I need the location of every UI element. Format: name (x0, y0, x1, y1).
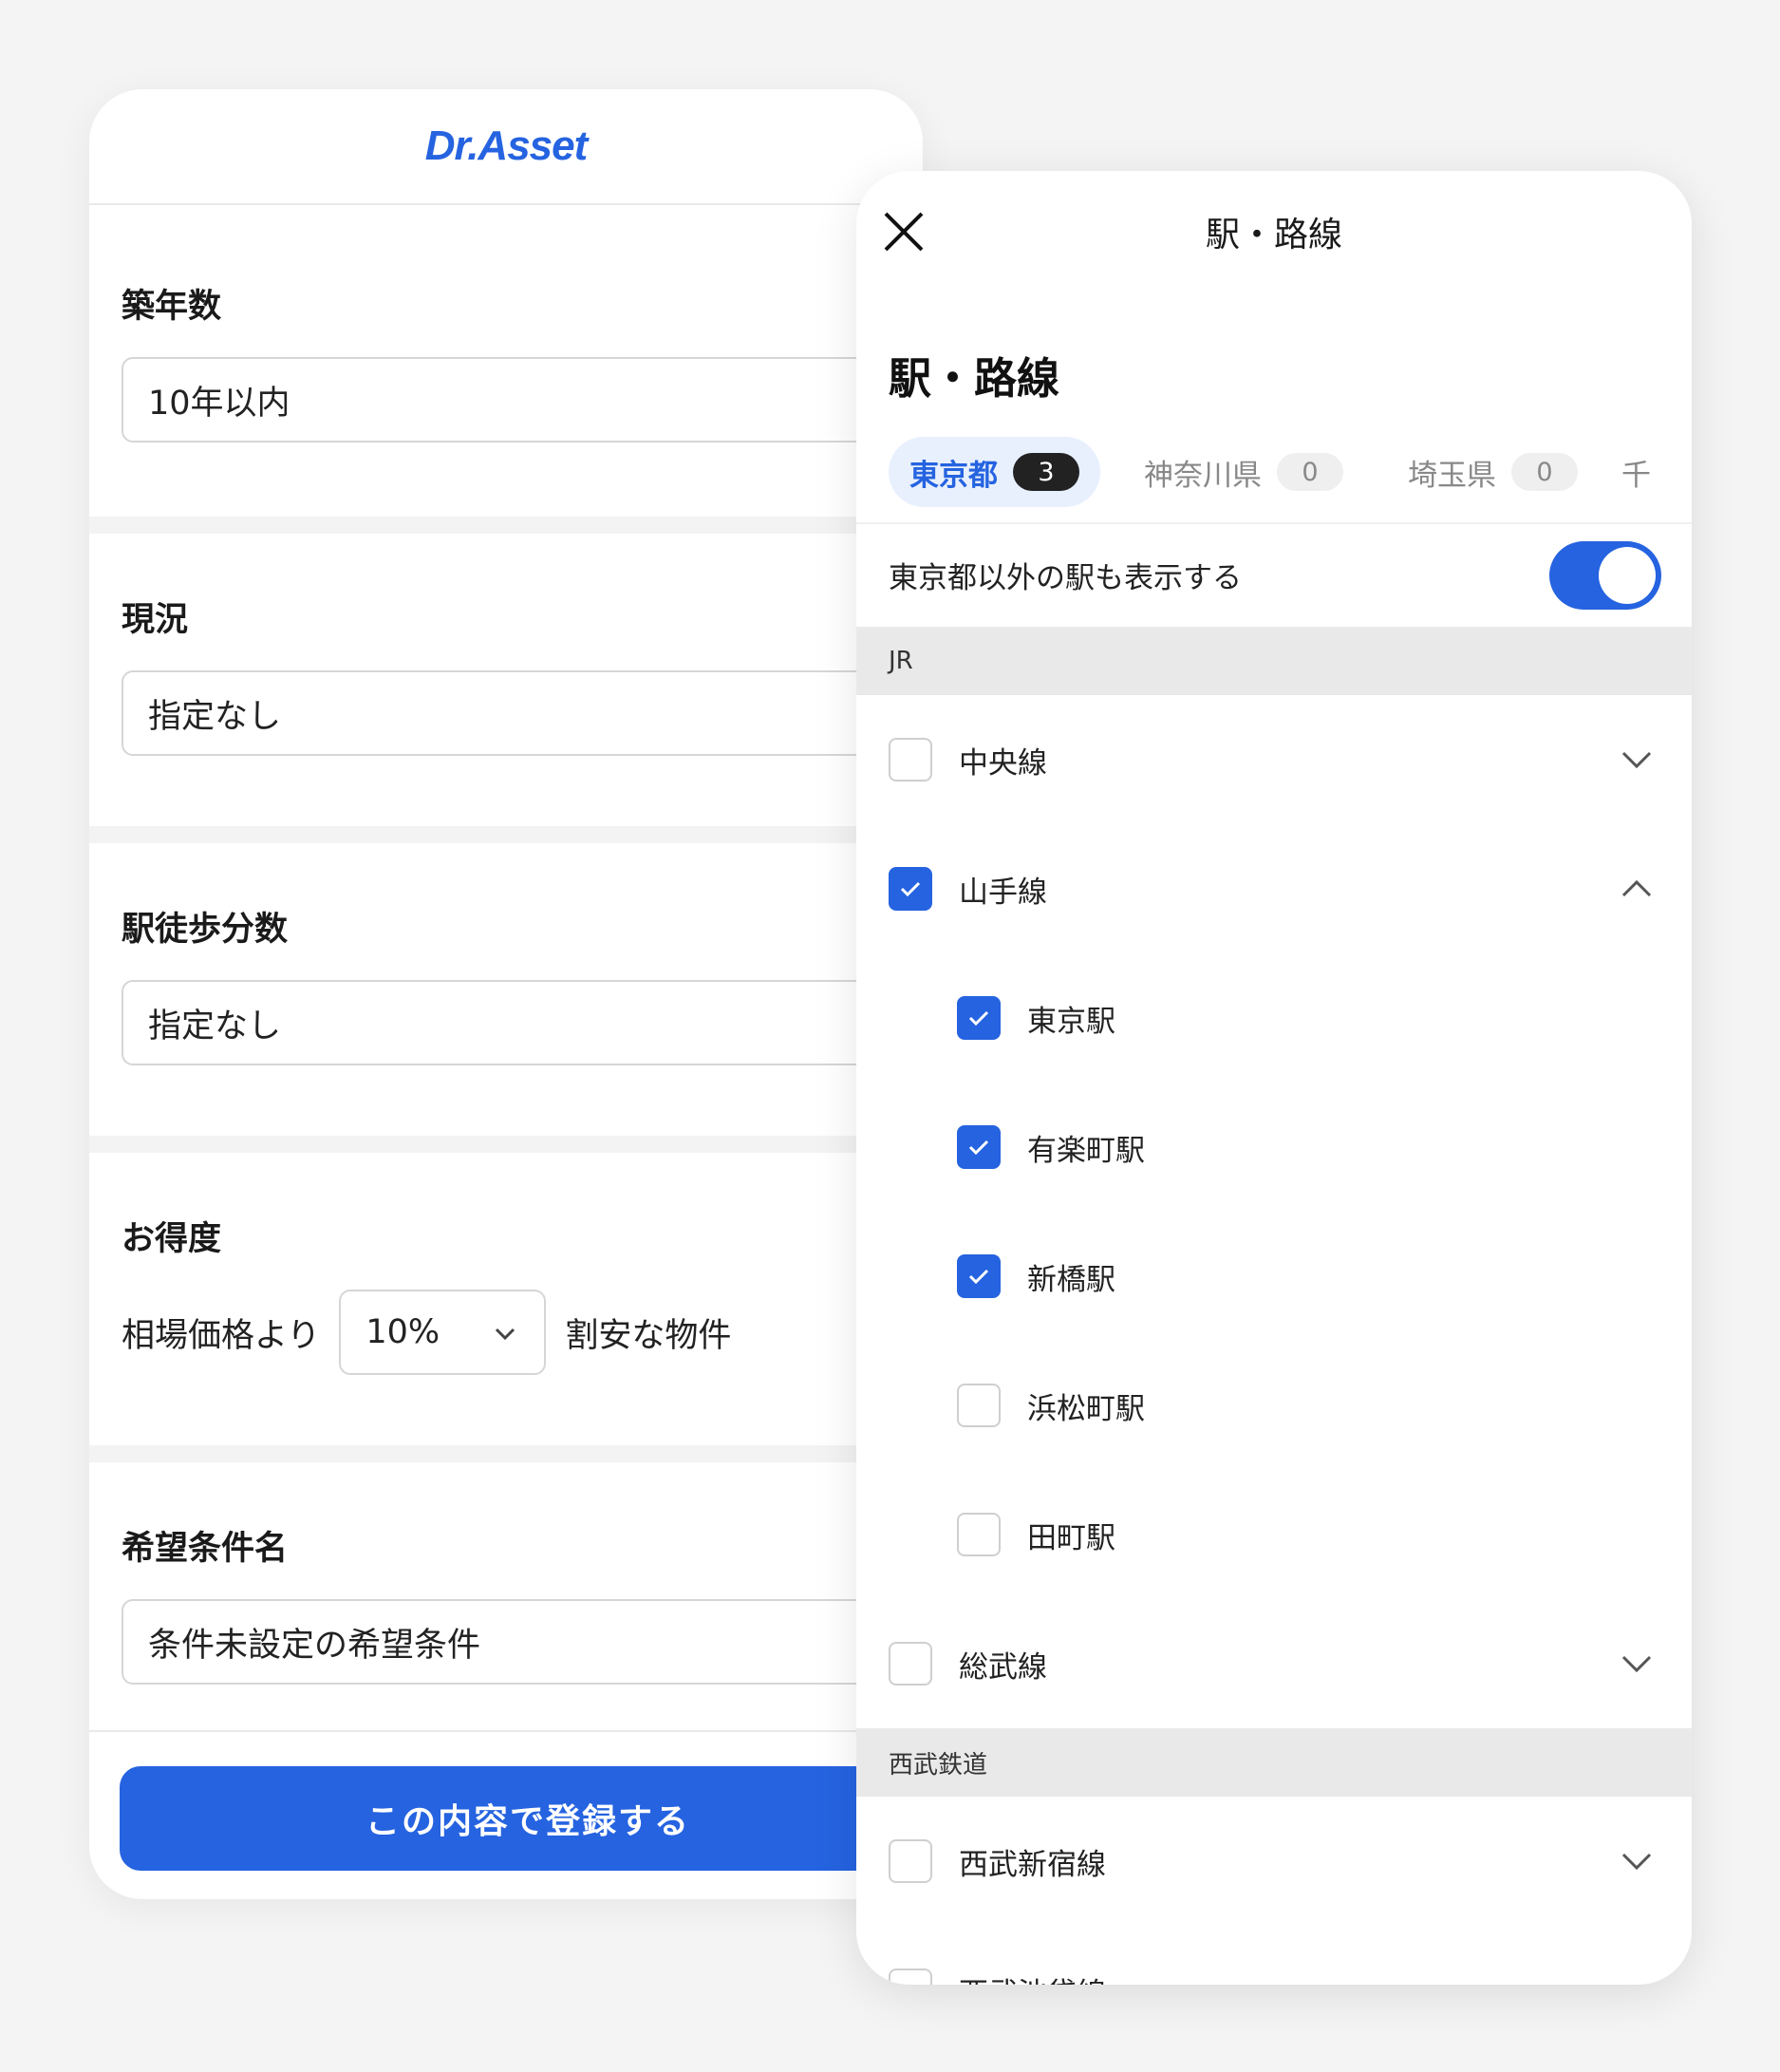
station-row[interactable]: 東京駅 (856, 953, 1692, 1083)
show-other-stations-toggle[interactable] (1549, 541, 1661, 610)
station-row[interactable]: 有楽町駅 (856, 1083, 1692, 1212)
section-title: 現況 (122, 601, 189, 639)
line-row-seibu-ikebukuro[interactable]: 西武池袋線 (856, 1926, 1692, 1985)
line-label: 総武線 (959, 1649, 1047, 1685)
tab-count-badge: 3 (1013, 453, 1079, 491)
line-row-chuo[interactable]: 中央線 (856, 695, 1692, 824)
tab-label: 千 (1621, 458, 1651, 493)
tab-saitama[interactable]: 埼玉県 0 (1387, 437, 1599, 507)
section-divider (89, 1445, 923, 1462)
check-icon (968, 1140, 989, 1156)
line-row-yamanote[interactable]: 山手線 (856, 824, 1692, 953)
show-other-stations-row: 東京都以外の駅も表示する (856, 522, 1692, 625)
station-label: 田町駅 (1027, 1520, 1115, 1555)
station-label: 浜松町駅 (1027, 1391, 1145, 1426)
walk-minutes-select[interactable]: 指定なし (122, 980, 923, 1065)
select-value: 指定なし (148, 1007, 282, 1045)
station-row[interactable]: 田町駅 (856, 1470, 1692, 1599)
tab-kanagawa[interactable]: 神奈川県 0 (1123, 437, 1364, 507)
deal-suffix: 割安な物件 (565, 1316, 732, 1355)
line-checkbox[interactable] (889, 1642, 932, 1686)
modal-header-title: 駅・路線 (1205, 216, 1342, 254)
station-row[interactable]: 浜松町駅 (856, 1341, 1692, 1470)
select-value: 指定なし (148, 697, 282, 736)
prefecture-tabs: 東京都 3 神奈川県 0 埼玉県 0 千 (889, 437, 1692, 507)
section-divider (89, 517, 923, 534)
select-value: 10% (365, 1313, 440, 1351)
section-divider (89, 826, 923, 843)
station-label: 東京駅 (1027, 1004, 1115, 1039)
line-row-sobu[interactable]: 総武線 (856, 1599, 1692, 1728)
group-label: 西武鉄道 (889, 1750, 988, 1780)
toggle-label: 東京都以外の駅も表示する (889, 560, 1242, 595)
line-checkbox[interactable] (889, 738, 932, 782)
station-label: 新橋駅 (1027, 1262, 1115, 1297)
line-row-seibu-shinjuku[interactable]: 西武新宿線 (856, 1797, 1692, 1926)
section-condition-name: 希望条件名 条件未設定の希望条件 (89, 1462, 923, 1732)
tab-chiba[interactable]: 千 (1621, 437, 1672, 507)
chevron-down-icon (496, 1328, 515, 1341)
check-icon (968, 1269, 989, 1285)
station-checkbox[interactable] (957, 1384, 1001, 1427)
group-header-seibu: 西武鉄道 (856, 1728, 1692, 1797)
logo-bar: Dr.Asset (89, 89, 923, 205)
group-label: JR (889, 647, 913, 675)
section-deal: お得度 相場価格より 10% 割安な物件 (89, 1153, 923, 1445)
select-value: 10年以内 (148, 384, 290, 423)
status-select[interactable]: 指定なし (122, 670, 923, 756)
station-checkbox[interactable] (957, 996, 1001, 1040)
page-title: 駅・路線 (889, 353, 1060, 404)
building-age-select[interactable]: 10年以内 (122, 357, 923, 443)
section-walk-minutes: 駅徒歩分数 指定なし (89, 843, 923, 1136)
deal-prefix: 相場価格より (122, 1316, 321, 1355)
group-header-jr: JR (856, 627, 1692, 695)
line-label: 西武新宿線 (959, 1847, 1106, 1882)
line-label: 山手線 (959, 875, 1047, 910)
line-checkbox[interactable] (889, 1968, 932, 1985)
station-line-modal: 駅・路線 駅・路線 東京都 3 神奈川県 0 埼玉県 0 千 東京都以外の駅も表… (856, 171, 1692, 1985)
station-row[interactable]: 新橋駅 (856, 1212, 1692, 1341)
chevron-down-icon[interactable] (1618, 1842, 1656, 1880)
section-divider (89, 1136, 923, 1153)
search-conditions-card: Dr.Asset 築年数 10年以内 現況 指定なし 駅徒歩分数 指定なし お得… (89, 89, 923, 1899)
check-icon (900, 881, 921, 897)
line-label: 中央線 (959, 745, 1047, 781)
chevron-down-icon[interactable] (1618, 1645, 1656, 1683)
line-label: 西武池袋線 (959, 1969, 1106, 1986)
tab-label: 埼玉県 (1408, 458, 1496, 493)
input-value: 条件未設定の希望条件 (148, 1626, 481, 1665)
tab-count-badge: 0 (1277, 453, 1343, 491)
tab-count-badge: 0 (1511, 453, 1578, 491)
app-logo: Dr.Asset (424, 122, 589, 169)
section-building-age: 築年数 10年以内 (89, 205, 923, 517)
toggle-knob (1599, 547, 1656, 604)
section-title: お得度 (122, 1220, 222, 1258)
check-icon (968, 1010, 989, 1027)
station-checkbox[interactable] (957, 1125, 1001, 1169)
section-status: 現況 指定なし (89, 534, 923, 826)
chevron-down-icon[interactable] (1618, 741, 1656, 779)
line-checkbox[interactable] (889, 1839, 932, 1883)
section-title: 築年数 (122, 288, 222, 326)
deal-percent-select[interactable]: 10% (339, 1290, 547, 1375)
station-label: 有楽町駅 (1027, 1133, 1145, 1168)
station-checkbox[interactable] (957, 1254, 1001, 1298)
tab-tokyo[interactable]: 東京都 3 (889, 437, 1100, 507)
station-checkbox[interactable] (957, 1513, 1001, 1556)
section-title: 希望条件名 (122, 1530, 289, 1568)
chevron-up-icon[interactable] (1618, 870, 1656, 908)
tab-label: 東京都 (909, 458, 998, 493)
section-title: 駅徒歩分数 (122, 911, 289, 949)
deal-row: 相場価格より 10% 割安な物件 (122, 1290, 731, 1375)
register-button[interactable]: この内容で登録する (120, 1766, 923, 1871)
condition-name-input[interactable]: 条件未設定の希望条件 (122, 1599, 923, 1685)
tab-label: 神奈川県 (1144, 458, 1262, 493)
line-checkbox[interactable] (889, 867, 932, 911)
modal-header: 駅・路線 (856, 171, 1692, 285)
